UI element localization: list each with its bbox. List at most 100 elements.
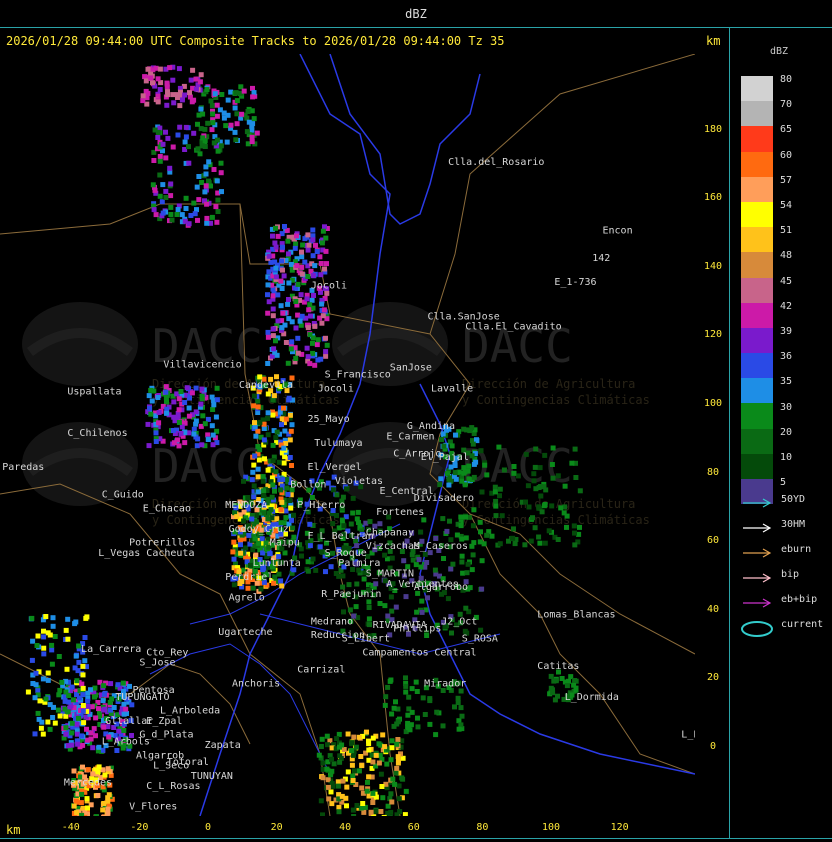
radar-map[interactable]: DACC Dirección de Agricultura y Contingenc… bbox=[0, 54, 695, 816]
radar-echo-pixel bbox=[294, 263, 300, 269]
radar-echo-pixel bbox=[203, 164, 209, 170]
radar-echo-pixel bbox=[278, 487, 284, 493]
radar-echo-pixel bbox=[209, 423, 215, 429]
radar-echo-pixel bbox=[328, 789, 334, 795]
radar-echo-pixel bbox=[458, 523, 464, 529]
radar-echo-pixel bbox=[310, 253, 316, 259]
legend-level-label: 65 bbox=[780, 124, 793, 136]
radar-echo-pixel bbox=[176, 396, 182, 402]
place-label: Chapanay bbox=[366, 527, 414, 538]
arrow-icon bbox=[743, 523, 772, 533]
composite-title: 2026/01/28 09:44:00 UTC Composite Tracks… bbox=[6, 34, 505, 48]
radar-echo-pixel bbox=[274, 429, 280, 435]
radar-echo-pixel bbox=[446, 482, 452, 488]
radar-echo-pixel bbox=[79, 791, 85, 797]
radar-echo-pixel bbox=[381, 814, 387, 816]
radar-echo-pixel bbox=[265, 310, 271, 316]
radar-echo-pixel bbox=[415, 724, 421, 730]
radar-echo-pixel bbox=[45, 719, 51, 725]
radar-echo-pixel bbox=[295, 312, 301, 318]
radar-echo-pixel bbox=[555, 693, 560, 699]
radar-echo-pixel bbox=[101, 801, 107, 806]
radar-echo-pixel bbox=[304, 345, 310, 351]
radar-echo-pixel bbox=[63, 725, 69, 731]
radar-echo-pixel bbox=[333, 571, 339, 576]
radar-echo-pixel bbox=[145, 66, 151, 72]
radar-echo-pixel bbox=[210, 111, 216, 117]
track-legend-label: 30HM bbox=[781, 519, 806, 530]
radar-echo-pixel bbox=[223, 123, 229, 129]
radar-echo-pixel bbox=[218, 160, 224, 166]
radar-echo-pixel bbox=[282, 224, 287, 229]
radar-echo-pixel bbox=[318, 272, 324, 278]
radar-echo-pixel bbox=[515, 473, 521, 479]
place-label: Capdevila bbox=[239, 380, 293, 391]
radar-echo-pixel bbox=[397, 809, 403, 814]
place-label: J2_Oct bbox=[441, 617, 477, 628]
radar-echo-pixel bbox=[157, 158, 163, 164]
radar-echo-pixel bbox=[287, 455, 293, 460]
radar-echo-pixel bbox=[32, 731, 38, 737]
radar-echo-pixel bbox=[120, 680, 126, 686]
place-label: P_Hierro bbox=[297, 500, 345, 511]
radar-echo-pixel bbox=[272, 488, 277, 494]
radar-echo-pixel bbox=[492, 489, 498, 495]
radar-echo-pixel bbox=[209, 214, 215, 220]
radar-echo-pixel bbox=[538, 493, 544, 499]
radar-echo-pixel bbox=[200, 413, 206, 419]
radar-echo-pixel bbox=[305, 354, 311, 360]
place-label: L_Dormida bbox=[565, 692, 619, 703]
radar-echo-pixel bbox=[389, 555, 395, 561]
radar-echo-pixel bbox=[334, 492, 340, 498]
radar-echo-pixel bbox=[323, 248, 329, 254]
radar-echo-pixel bbox=[334, 513, 339, 518]
radar-echo-pixel bbox=[310, 340, 315, 346]
place-label: La_Carrera bbox=[81, 644, 141, 655]
legend-level-label: 45 bbox=[780, 275, 793, 287]
radar-echo-pixel bbox=[310, 237, 316, 243]
radar-echo-pixel bbox=[79, 681, 85, 687]
radar-echo-pixel bbox=[279, 583, 285, 589]
radar-echo-pixel bbox=[265, 292, 270, 298]
radar-echo-pixel bbox=[318, 549, 324, 555]
radar-echo-pixel bbox=[50, 623, 56, 629]
radar-echo-pixel bbox=[281, 405, 286, 411]
radar-echo-pixel bbox=[548, 685, 554, 691]
radar-echo-pixel bbox=[69, 684, 75, 690]
legend-swatch bbox=[741, 428, 773, 454]
radar-echo-pixel bbox=[81, 720, 87, 726]
radar-echo-pixel bbox=[92, 685, 98, 691]
radar-echo-pixel bbox=[241, 518, 247, 524]
radar-echo-pixel bbox=[349, 748, 355, 754]
radar-echo-pixel bbox=[564, 513, 570, 519]
radar-echo-pixel bbox=[577, 524, 582, 530]
radar-echo-pixel bbox=[52, 634, 58, 639]
radar-echo-pixel bbox=[299, 264, 305, 270]
radar-echo-pixel bbox=[473, 459, 479, 465]
radar-echo-pixel bbox=[150, 182, 156, 188]
radar-echo-pixel bbox=[212, 91, 218, 97]
radar-echo-pixel bbox=[164, 80, 170, 86]
radar-echo-pixel bbox=[151, 207, 157, 213]
radar-echo-pixel bbox=[155, 395, 161, 400]
radar-echo-pixel bbox=[170, 428, 176, 433]
radar-echo-pixel bbox=[413, 562, 419, 568]
radar-echo-pixel bbox=[171, 100, 177, 106]
radar-echo-pixel bbox=[38, 725, 44, 731]
radar-echo-pixel bbox=[330, 487, 336, 493]
radar-echo-pixel bbox=[415, 715, 420, 721]
radar-echo-pixel bbox=[219, 92, 225, 97]
radar-echo-pixel bbox=[317, 254, 323, 260]
radar-echo-pixel bbox=[147, 405, 153, 411]
radar-echo-pixel bbox=[445, 596, 451, 602]
radar-echo-pixel bbox=[340, 778, 346, 784]
radar-echo-pixel bbox=[52, 720, 58, 726]
radar-echo-pixel bbox=[202, 126, 208, 132]
radar-echo-pixel bbox=[34, 643, 40, 648]
radar-echo-pixel bbox=[385, 684, 391, 690]
radar-echo-pixel bbox=[152, 187, 158, 193]
radar-echo-pixel bbox=[74, 810, 80, 816]
radar-echo-pixel bbox=[288, 505, 294, 511]
legend-swatch bbox=[741, 302, 773, 328]
radar-echo-pixel bbox=[165, 92, 171, 98]
